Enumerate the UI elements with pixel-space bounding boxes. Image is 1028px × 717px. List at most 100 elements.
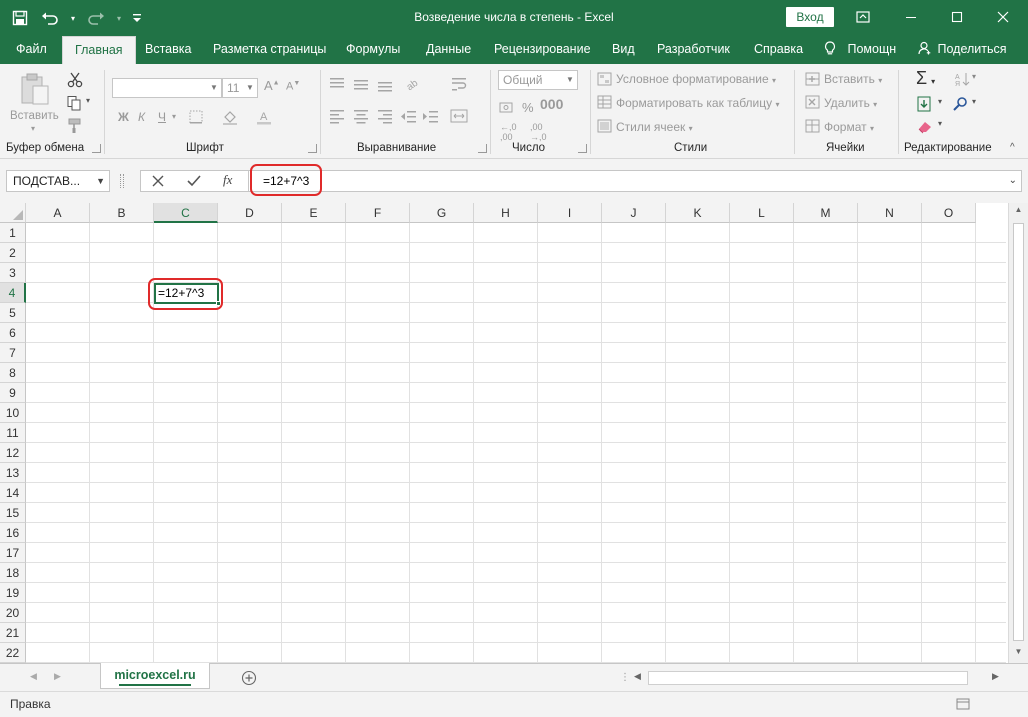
font-dialog-launcher[interactable] <box>308 144 317 153</box>
undo-dropdown[interactable]: ▾ <box>68 7 78 29</box>
number-format-combo[interactable]: Общий ▼ <box>498 70 578 90</box>
column-header-h[interactable]: H <box>474 203 538 223</box>
autosum-button[interactable]: Σ ▾ <box>916 68 935 89</box>
format-as-table-button[interactable]: Форматировать как таблицу ▾ <box>616 96 780 110</box>
column-header-n[interactable]: N <box>858 203 922 223</box>
delete-cells-button[interactable]: Удалить ▾ <box>824 96 877 110</box>
align-bottom-icon[interactable] <box>376 76 394 92</box>
row-header-3[interactable]: 3 <box>0 263 26 283</box>
comma-style-button[interactable]: 000 <box>540 96 563 112</box>
insert-function-button[interactable]: fx <box>223 172 232 188</box>
underline-dropdown[interactable]: ▾ <box>172 112 176 121</box>
row-header-9[interactable]: 9 <box>0 383 26 403</box>
bold-button[interactable]: Ж <box>118 110 129 124</box>
align-left-icon[interactable] <box>328 108 346 124</box>
row-header-5[interactable]: 5 <box>0 303 26 323</box>
row-header-14[interactable]: 14 <box>0 483 26 503</box>
vertical-scrollbar[interactable]: ▲ ▼ <box>1008 203 1028 663</box>
tab-view[interactable]: Вид <box>612 36 635 64</box>
tab-developer[interactable]: Разработчик <box>657 36 730 64</box>
column-header-d[interactable]: D <box>218 203 282 223</box>
close-button[interactable] <box>980 0 1026 34</box>
new-sheet-icon[interactable] <box>241 670 257 686</box>
column-header-c[interactable]: C <box>154 203 218 223</box>
save-button[interactable] <box>8 7 32 29</box>
column-header-i[interactable]: I <box>538 203 602 223</box>
row-header-21[interactable]: 21 <box>0 623 26 643</box>
find-select-dropdown[interactable]: ▾ <box>972 97 976 106</box>
copy-dropdown[interactable]: ▾ <box>86 96 90 105</box>
formula-input[interactable]: =12+7^3 ⌄ <box>248 170 1022 192</box>
column-header-g[interactable]: G <box>410 203 474 223</box>
row-header-22[interactable]: 22 <box>0 643 26 663</box>
increase-indent-icon[interactable] <box>422 108 440 124</box>
accounting-format-icon[interactable] <box>498 100 516 116</box>
row-header-1[interactable]: 1 <box>0 223 26 243</box>
formula-bar-grip[interactable] <box>120 174 124 188</box>
cell-styles-button[interactable]: Стили ячеек ▾ <box>616 120 693 134</box>
scroll-down-button[interactable]: ▼ <box>1009 647 1028 661</box>
italic-button[interactable]: К <box>138 110 145 124</box>
decrease-indent-icon[interactable] <box>400 108 418 124</box>
undo-button[interactable] <box>38 7 62 29</box>
ribbon-display-options-button[interactable] <box>840 0 886 34</box>
column-header-o[interactable]: O <box>922 203 976 223</box>
tab-help[interactable]: Справка <box>754 36 803 64</box>
increase-decimal-button[interactable]: ←,0,00 <box>500 122 517 142</box>
column-header-b[interactable]: B <box>90 203 154 223</box>
align-top-icon[interactable] <box>328 76 346 92</box>
copy-icon[interactable] <box>66 95 84 111</box>
name-box[interactable]: ПОДСТАВ... ▼ <box>6 170 110 192</box>
confirm-entry-icon[interactable] <box>187 175 201 187</box>
scroll-thumb[interactable] <box>1013 223 1024 641</box>
row-header-6[interactable]: 6 <box>0 323 26 343</box>
percent-style-button[interactable]: % <box>522 100 534 115</box>
horizontal-scrollbar[interactable] <box>648 671 968 685</box>
status-bar-options-icon[interactable] <box>956 697 970 711</box>
clear-dropdown[interactable]: ▾ <box>938 119 942 128</box>
tab-data[interactable]: Данные <box>426 36 471 64</box>
row-header-8[interactable]: 8 <box>0 363 26 383</box>
fill-color-icon[interactable] <box>222 109 240 125</box>
font-name-combo[interactable]: ▼ <box>112 78 222 98</box>
insert-cells-button[interactable]: Вставить ▾ <box>824 72 882 86</box>
align-center-icon[interactable] <box>352 108 370 124</box>
tab-insert[interactable]: Вставка <box>145 36 191 64</box>
align-middle-icon[interactable] <box>352 76 370 92</box>
row-header-12[interactable]: 12 <box>0 443 26 463</box>
row-header-18[interactable]: 18 <box>0 563 26 583</box>
row-header-19[interactable]: 19 <box>0 583 26 603</box>
tab-review[interactable]: Рецензирование <box>494 36 591 64</box>
align-right-icon[interactable] <box>376 108 394 124</box>
clipboard-dialog-launcher[interactable] <box>92 144 101 153</box>
scroll-up-button[interactable]: ▲ <box>1009 205 1028 219</box>
share-button[interactable]: Поделиться <box>918 36 1007 64</box>
grow-font-icon[interactable]: A▲ <box>264 78 280 93</box>
hscroll-left-button[interactable]: ◀ <box>634 671 641 682</box>
shrink-font-icon[interactable]: A▼ <box>286 80 300 93</box>
select-all-corner[interactable] <box>0 203 26 223</box>
row-header-13[interactable]: 13 <box>0 463 26 483</box>
column-header-j[interactable]: J <box>602 203 666 223</box>
maximize-button[interactable] <box>934 0 980 34</box>
column-header-e[interactable]: E <box>282 203 346 223</box>
login-button[interactable]: Вход <box>786 7 834 27</box>
format-painter-icon[interactable] <box>66 118 84 134</box>
row-header-20[interactable]: 20 <box>0 603 26 623</box>
number-dialog-launcher[interactable] <box>578 144 587 153</box>
merge-center-icon[interactable] <box>450 108 468 124</box>
tab-home[interactable]: Главная <box>62 36 136 64</box>
orientation-icon[interactable]: ab <box>404 76 422 92</box>
redo-button[interactable] <box>84 7 108 29</box>
fill-down-icon[interactable] <box>916 96 934 112</box>
find-select-icon[interactable] <box>952 96 970 112</box>
row-header-15[interactable]: 15 <box>0 503 26 523</box>
sort-filter-dropdown[interactable]: ▾ <box>972 72 976 81</box>
fill-dropdown[interactable]: ▾ <box>938 97 942 106</box>
sheet-tab-microexcel[interactable]: microexcel.ru <box>100 663 210 689</box>
tab-file[interactable]: Файл <box>16 36 47 64</box>
minimize-button[interactable] <box>888 0 934 34</box>
hscroll-right-button[interactable]: ▶ <box>992 671 999 682</box>
alignment-dialog-launcher[interactable] <box>478 144 487 153</box>
row-header-10[interactable]: 10 <box>0 403 26 423</box>
